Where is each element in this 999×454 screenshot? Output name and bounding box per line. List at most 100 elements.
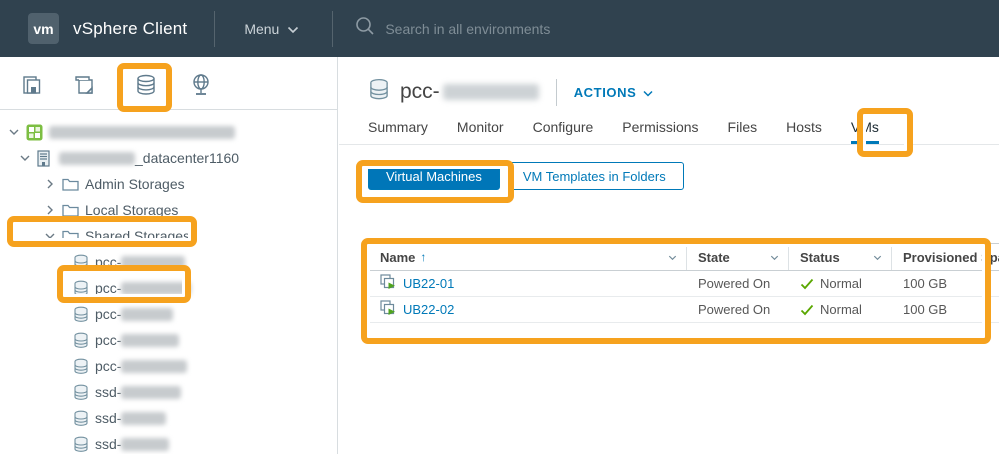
column-menu-icon[interactable] bbox=[667, 252, 678, 263]
tree-item-label: _datacenter1160 bbox=[135, 150, 239, 166]
redacted-datacenter-prefix bbox=[59, 152, 135, 165]
tab-files[interactable]: Files bbox=[728, 119, 758, 144]
tree-item-vcenter[interactable] bbox=[0, 119, 337, 145]
inventory-icon-tabs bbox=[0, 57, 337, 110]
vm-state-cell: Powered On bbox=[687, 271, 789, 296]
tab-configure[interactable]: Configure bbox=[533, 119, 594, 144]
vm-templates-button[interactable]: VM Templates in Folders bbox=[505, 162, 684, 190]
tree-item-label: ssd- bbox=[95, 384, 121, 400]
redacted-datastore-name bbox=[121, 256, 185, 269]
sort-ascending-icon: ↑ bbox=[420, 250, 426, 264]
datastore-icon bbox=[73, 358, 89, 375]
tree-item-datacenter[interactable]: _datacenter1160 bbox=[0, 145, 337, 171]
tree-item-datastore[interactable]: ssd- bbox=[0, 431, 337, 454]
app-title: vSphere Client bbox=[73, 19, 187, 39]
global-search[interactable]: Search in all environments bbox=[354, 15, 550, 42]
tree-item-shared-storages[interactable]: Shared Storages bbox=[0, 223, 337, 249]
column-menu-icon[interactable] bbox=[769, 252, 780, 263]
vms-and-templates-icon[interactable] bbox=[72, 73, 96, 97]
actions-label: ACTIONS bbox=[574, 85, 637, 100]
virtual-machines-button[interactable]: Virtual Machines bbox=[368, 162, 500, 190]
chevron-down-icon[interactable] bbox=[6, 126, 22, 138]
vmware-logo: vm bbox=[28, 13, 59, 44]
datastore-icon bbox=[73, 332, 89, 349]
inventory-tree: _datacenter1160 Admin Storages Local Sto… bbox=[0, 110, 337, 454]
datastore-icon bbox=[73, 384, 89, 401]
datastore-icon bbox=[73, 254, 89, 271]
redacted-title-suffix bbox=[443, 84, 539, 100]
tree-item-label: pcc- bbox=[95, 306, 121, 322]
table-row: UB22-01 Powered On Normal 100 GB bbox=[369, 271, 999, 297]
folder-icon bbox=[62, 203, 79, 217]
vms-subtabs: Virtual Machines VM Templates in Folders bbox=[368, 162, 999, 190]
column-header-state[interactable]: State bbox=[687, 244, 789, 270]
tree-item-datastore[interactable]: pcc- bbox=[0, 301, 337, 327]
check-icon bbox=[800, 304, 814, 316]
column-header-provisioned-space[interactable]: Provisioned Spac bbox=[892, 244, 999, 270]
chevron-right-icon[interactable] bbox=[42, 204, 58, 216]
tree-item-datastore-selected[interactable]: pcc- bbox=[0, 275, 337, 301]
tree-item-datastore[interactable]: ssd- bbox=[0, 379, 337, 405]
networking-icon[interactable] bbox=[189, 73, 213, 97]
datacenter-icon bbox=[37, 150, 53, 167]
tree-item-datastore[interactable]: pcc- bbox=[0, 249, 337, 275]
tree-item-datastore[interactable]: ssd- bbox=[0, 405, 337, 431]
tree-item-admin-storages[interactable]: Admin Storages bbox=[0, 171, 337, 197]
column-header-name[interactable]: Name ↑ bbox=[369, 244, 687, 270]
tab-vms[interactable]: VMs bbox=[851, 119, 879, 144]
column-menu-icon[interactable] bbox=[872, 252, 883, 263]
vm-table: Name ↑ State Status Provisioned Spac bbox=[368, 243, 999, 323]
topbar-divider bbox=[332, 11, 333, 47]
vm-status-cell: Normal bbox=[789, 271, 892, 296]
top-bar: vm vSphere Client Menu Search in all env… bbox=[0, 0, 999, 57]
vm-provisioned-cell: 100 GB bbox=[892, 297, 999, 322]
redacted-datastore-name bbox=[121, 308, 173, 321]
check-icon bbox=[800, 278, 814, 290]
vm-name-link[interactable]: UB22-01 bbox=[403, 276, 454, 291]
datastore-icon bbox=[73, 410, 89, 427]
chevron-down-icon bbox=[287, 21, 299, 37]
actions-button[interactable]: ACTIONS bbox=[574, 85, 654, 100]
tree-item-datastore[interactable]: pcc- bbox=[0, 327, 337, 353]
folder-icon bbox=[62, 229, 79, 243]
datastore-icon bbox=[368, 78, 390, 106]
tree-item-label: ssd- bbox=[95, 436, 121, 452]
redacted-datastore-name bbox=[121, 438, 169, 451]
storage-icon[interactable] bbox=[134, 73, 158, 97]
tree-item-label: Admin Storages bbox=[85, 176, 185, 192]
tree-item-local-storages[interactable]: Local Storages bbox=[0, 197, 337, 223]
vm-name-cell: UB22-02 bbox=[369, 297, 687, 322]
tab-monitor[interactable]: Monitor bbox=[457, 119, 504, 144]
datastore-icon bbox=[73, 280, 89, 297]
tree-item-datastore[interactable]: pcc- bbox=[0, 353, 337, 379]
column-header-status[interactable]: Status bbox=[789, 244, 892, 270]
table-header-row: Name ↑ State Status Provisioned Spac bbox=[369, 244, 999, 271]
vm-status-cell: Normal bbox=[789, 297, 892, 322]
redacted-datastore-name bbox=[121, 282, 191, 295]
vm-name-link[interactable]: UB22-02 bbox=[403, 302, 454, 317]
tab-summary[interactable]: Summary bbox=[368, 119, 428, 144]
hosts-and-clusters-icon[interactable] bbox=[20, 73, 44, 97]
tree-item-label: pcc- bbox=[95, 254, 121, 270]
chevron-down-icon[interactable] bbox=[42, 230, 58, 242]
datastore-icon bbox=[73, 306, 89, 323]
tree-item-label: pcc- bbox=[95, 280, 121, 296]
chevron-down-icon[interactable] bbox=[17, 152, 33, 164]
redacted-datastore-name bbox=[121, 412, 166, 425]
vm-provisioned-cell: 100 GB bbox=[892, 271, 999, 296]
tree-item-label: Local Storages bbox=[85, 202, 178, 218]
menu-button[interactable]: Menu bbox=[244, 21, 299, 37]
header-divider bbox=[556, 79, 557, 106]
tree-item-label: pcc- bbox=[95, 358, 121, 374]
redacted-vcenter-name bbox=[49, 126, 235, 139]
tree-item-label: ssd- bbox=[95, 410, 121, 426]
topbar-divider bbox=[214, 11, 215, 47]
tab-hosts[interactable]: Hosts bbox=[786, 119, 822, 144]
tree-item-label: pcc- bbox=[95, 332, 121, 348]
search-icon bbox=[354, 15, 376, 42]
chevron-right-icon[interactable] bbox=[42, 178, 58, 190]
tab-permissions[interactable]: Permissions bbox=[622, 119, 698, 144]
folder-icon bbox=[62, 177, 79, 191]
table-row: UB22-02 Powered On Normal 100 GB bbox=[369, 297, 999, 323]
search-placeholder: Search in all environments bbox=[385, 21, 550, 37]
